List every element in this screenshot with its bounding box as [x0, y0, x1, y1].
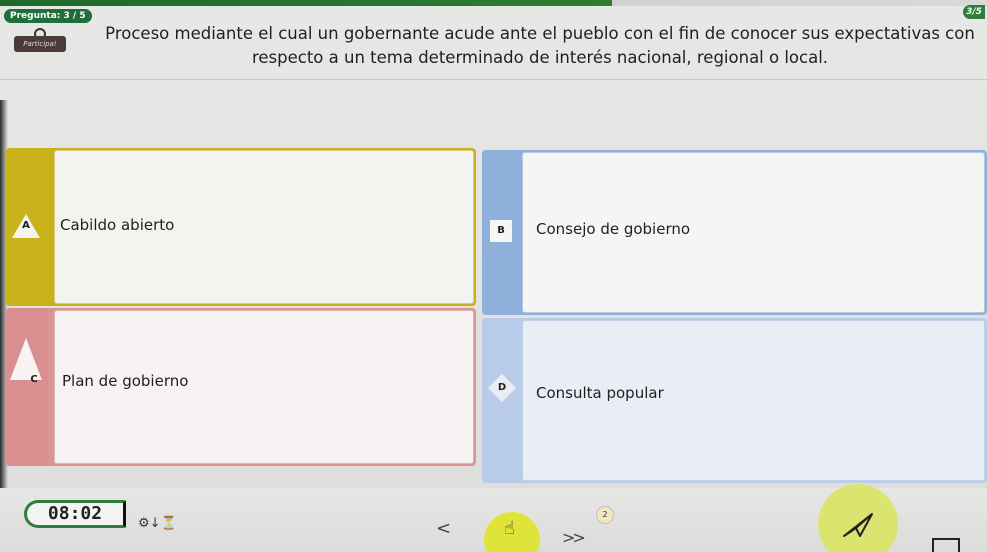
logo: Participa! — [12, 28, 70, 54]
answer-label: Plan de gobierno — [62, 372, 189, 390]
answer-option-d[interactable]: D Consulta popular — [482, 318, 987, 483]
answer-letter: D — [497, 382, 507, 393]
answer-letter: A — [22, 220, 30, 231]
fullscreen-icon[interactable] — [932, 538, 960, 552]
question-panel: Proceso mediante el cual un gobernante a… — [0, 14, 987, 80]
next-button[interactable]: >> — [562, 528, 586, 547]
question-text: Proceso mediante el cual un gobernante a… — [105, 24, 975, 67]
skip-count-badge: 2 — [596, 506, 614, 524]
question-counter: Pregunta: 3 / 5 — [4, 9, 92, 23]
answer-label: Consulta popular — [536, 384, 664, 402]
logo-label: Participa! — [14, 36, 66, 52]
answer-option-a[interactable]: A Cabildo abierto — [6, 148, 476, 306]
answer-option-c[interactable]: C Plan de gobierno — [6, 308, 476, 466]
answer-label: Consejo de gobierno — [536, 220, 691, 238]
previous-button[interactable]: < — [436, 518, 451, 539]
timer: 08:02 — [24, 500, 126, 528]
answer-letter: B — [497, 225, 505, 236]
timer-settings-icon[interactable]: ⚙↓⏳ — [138, 516, 177, 531]
hand-pointer-icon: ☝ — [504, 518, 515, 539]
progress-bar — [0, 0, 987, 6]
send-icon — [843, 513, 873, 537]
progress-badge: 3/5 — [963, 5, 985, 19]
answer-letter: C — [30, 374, 38, 385]
answer-label: Cabildo abierto — [60, 216, 175, 234]
answer-stripe — [482, 318, 524, 483]
answer-option-b[interactable]: B Consejo de gobierno — [482, 150, 987, 315]
